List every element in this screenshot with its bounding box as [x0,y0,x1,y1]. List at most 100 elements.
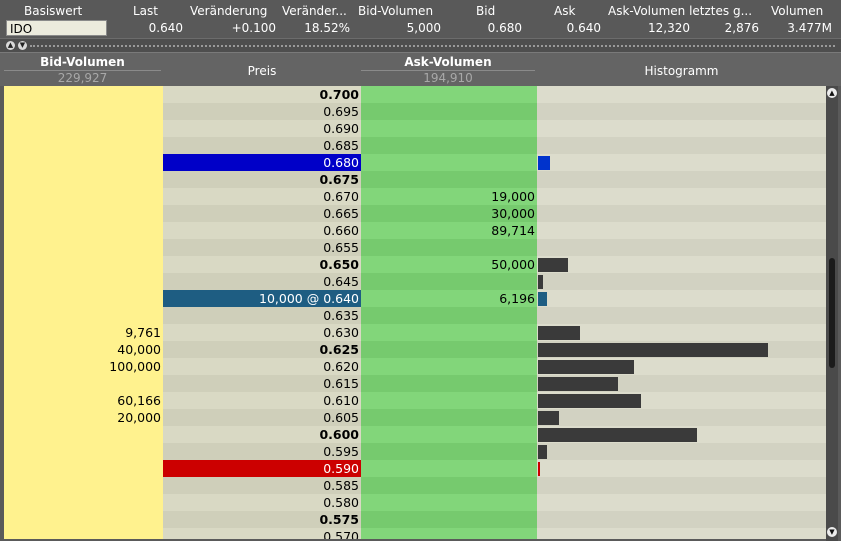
price-cell[interactable]: 0.590 [163,460,361,477]
ask-volume-cell[interactable] [361,358,537,375]
ask-volume-cell[interactable] [361,86,537,103]
ask-volume-cell[interactable] [361,171,537,188]
bid-volume-cell[interactable] [4,137,163,154]
ladder-row[interactable]: 0.675 [4,171,826,188]
bid-volume-cell[interactable]: 40,000 [4,341,163,358]
ask-volume-cell[interactable] [361,137,537,154]
bid-volume-cell[interactable] [4,511,163,528]
price-cell[interactable]: 0.600 [163,426,361,443]
ladder-row[interactable]: 0.580 [4,494,826,511]
header-ask[interactable]: Ask [554,3,584,19]
ask-volume-cell[interactable] [361,528,537,539]
scroll-up-icon[interactable]: ▲ [827,88,837,98]
price-cell[interactable]: 10,000 @ 0.640 [163,290,361,307]
ladder-row[interactable]: 0.585 [4,477,826,494]
price-cell[interactable]: 0.665 [163,205,361,222]
ladder-row[interactable]: 100,000 0.620 [4,358,826,375]
header-ask-volumen[interactable]: Ask-Volumen letztes g... [608,3,766,19]
price-cell[interactable]: 0.615 [163,375,361,392]
ask-volume-cell[interactable] [361,392,537,409]
price-cell[interactable]: 0.675 [163,171,361,188]
price-cell[interactable]: 0.700 [163,86,361,103]
ask-volume-cell[interactable]: 19,000 [361,188,537,205]
collapse-up-icon[interactable]: ▲ [6,41,15,50]
price-cell[interactable]: 0.595 [163,443,361,460]
panel-splitter[interactable]: ▲ ▼ [0,38,841,52]
ladder-row[interactable]: 0.595 [4,443,826,460]
price-cell[interactable]: 0.630 [163,324,361,341]
ladder-row[interactable]: 0.655 [4,239,826,256]
ask-volume-cell[interactable] [361,154,537,171]
ladder-row[interactable]: 0.615 [4,375,826,392]
ask-volume-cell[interactable] [361,494,537,511]
header-last[interactable]: Last [133,3,173,19]
ask-volume-cell[interactable] [361,511,537,528]
price-cell[interactable]: 0.580 [163,494,361,511]
header-bid[interactable]: Bid [476,3,506,19]
price-cell[interactable]: 0.660 [163,222,361,239]
bid-volume-cell[interactable] [4,477,163,494]
ask-volume-cell[interactable]: 6,196 [361,290,537,307]
scroll-down-icon[interactable]: ▼ [827,527,837,537]
ladder-row[interactable]: 0.635 [4,307,826,324]
ask-volume-cell[interactable] [361,324,537,341]
ladder-row[interactable]: 0.680 [4,154,826,171]
ask-volume-cell[interactable] [361,409,537,426]
price-cell[interactable]: 0.635 [163,307,361,324]
price-cell[interactable]: 0.695 [163,103,361,120]
ladder-row[interactable]: 9,761 0.630 [4,324,826,341]
ladder-row[interactable]: 0.590 [4,460,826,477]
ask-volume-cell[interactable] [361,273,537,290]
bid-volume-cell[interactable] [4,103,163,120]
ladder-row[interactable]: 0.670 19,000 [4,188,826,205]
bid-volume-cell[interactable] [4,188,163,205]
ladder-row[interactable]: 60,166 0.610 [4,392,826,409]
price-cell[interactable]: 0.610 [163,392,361,409]
bid-volume-cell[interactable] [4,528,163,539]
bid-volume-cell[interactable] [4,290,163,307]
symbol-input[interactable]: IDO [6,20,107,36]
header-volumen[interactable]: Volumen [771,3,831,19]
price-cell[interactable]: 0.650 [163,256,361,273]
ladder-row[interactable]: 0.665 30,000 [4,205,826,222]
col-bid-volumen[interactable]: Bid-Volumen [4,55,161,70]
ask-volume-cell[interactable] [361,460,537,477]
bid-volume-cell[interactable]: 60,166 [4,392,163,409]
bid-volume-cell[interactable] [4,256,163,273]
ladder-row[interactable]: 40,000 0.625 [4,341,826,358]
price-cell[interactable]: 0.620 [163,358,361,375]
ladder-row[interactable]: 0.600 [4,426,826,443]
bid-volume-cell[interactable]: 9,761 [4,324,163,341]
ask-volume-cell[interactable] [361,375,537,392]
ladder-row[interactable]: 0.570 [4,528,826,539]
ask-volume-cell[interactable] [361,103,537,120]
ask-volume-cell[interactable]: 30,000 [361,205,537,222]
header-basiswert[interactable]: Basiswert [24,3,99,19]
ask-volume-cell[interactable] [361,307,537,324]
ladder-row[interactable]: 0.700 [4,86,826,103]
price-cell[interactable]: 0.585 [163,477,361,494]
ask-volume-cell[interactable] [361,443,537,460]
ask-volume-cell[interactable] [361,239,537,256]
bid-volume-cell[interactable]: 100,000 [4,358,163,375]
ask-volume-cell[interactable]: 89,714 [361,222,537,239]
price-cell[interactable]: 0.690 [163,120,361,137]
ask-volume-cell[interactable] [361,341,537,358]
ask-volume-cell[interactable] [361,120,537,137]
price-cell[interactable]: 0.655 [163,239,361,256]
ladder-row[interactable]: 0.685 [4,137,826,154]
bid-volume-cell[interactable] [4,154,163,171]
ladder-row[interactable]: 0.575 [4,511,826,528]
price-cell[interactable]: 0.680 [163,154,361,171]
price-cell[interactable]: 0.685 [163,137,361,154]
price-cell[interactable]: 0.670 [163,188,361,205]
ladder-row[interactable]: 0.690 [4,120,826,137]
bid-volume-cell[interactable] [4,494,163,511]
price-cell[interactable]: 0.570 [163,528,361,539]
bid-volume-cell[interactable] [4,375,163,392]
bid-volume-cell[interactable] [4,443,163,460]
price-cell[interactable]: 0.605 [163,409,361,426]
ladder-row[interactable]: 20,000 0.605 [4,409,826,426]
price-cell[interactable]: 0.645 [163,273,361,290]
ask-volume-cell[interactable]: 50,000 [361,256,537,273]
